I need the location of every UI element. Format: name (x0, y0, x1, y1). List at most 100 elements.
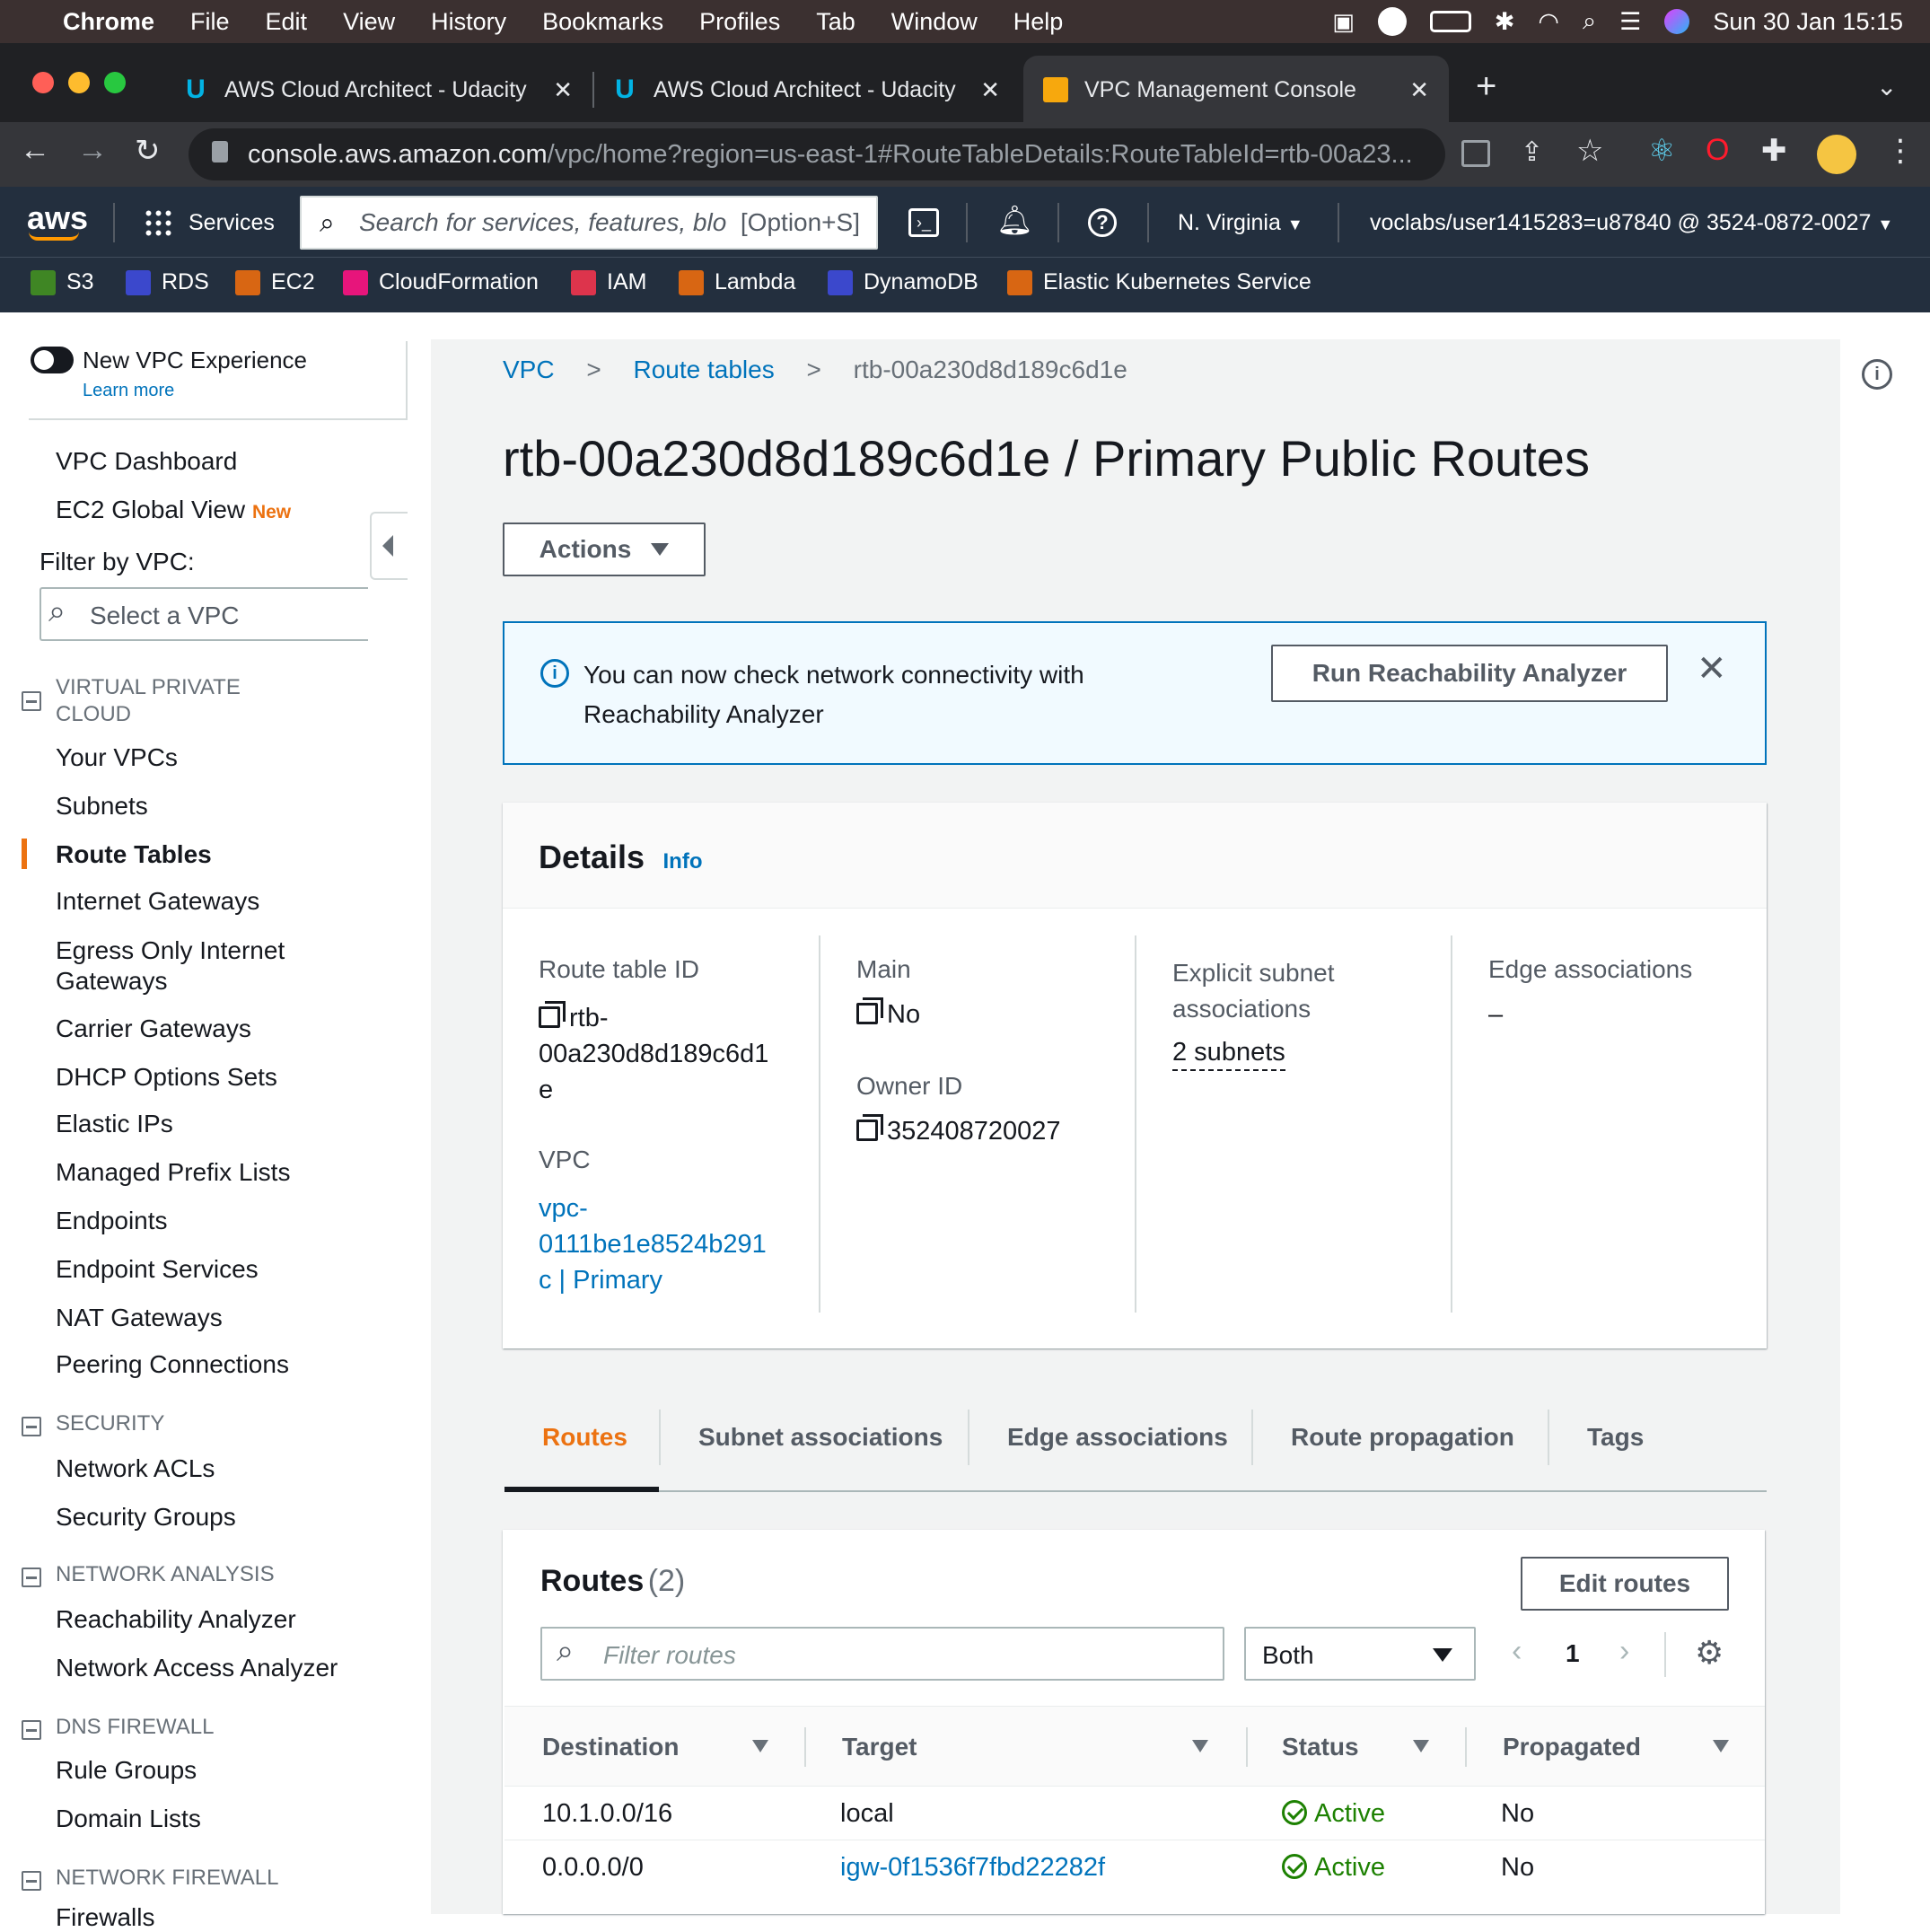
favorite-cloudformation[interactable]: CloudFormation (343, 269, 539, 295)
column-header-propagated[interactable]: Propagated (1503, 1733, 1641, 1761)
favorite-eks[interactable]: Elastic Kubernetes Service (1007, 269, 1312, 295)
run-reachability-analyzer-button[interactable]: Run Reachability Analyzer (1271, 645, 1668, 702)
info-panel-icon[interactable]: i (1862, 359, 1892, 390)
extensions-puzzle-icon[interactable]: ✚ (1761, 133, 1787, 169)
sidebar-collapse-handle[interactable] (370, 512, 408, 580)
bluetooth-icon[interactable]: ✱ (1495, 8, 1515, 36)
control-center-icon[interactable]: ☰ (1619, 8, 1641, 36)
sort-icon[interactable] (1413, 1740, 1429, 1752)
address-bar[interactable]: console.aws.amazon.com/vpc/home?region=u… (189, 128, 1445, 180)
window-zoom-button[interactable] (104, 72, 126, 93)
route-target-link[interactable]: igw-0f1536f7fbd22282f (840, 1853, 1105, 1883)
sidebar-item-reachability[interactable]: Reachability Analyzer (56, 1605, 296, 1634)
learn-more-link[interactable]: Learn more (83, 381, 174, 401)
browser-tab-udacity-1[interactable]: U AWS Cloud Architect - Udacity ✕ (171, 56, 592, 124)
favorite-ec2[interactable]: EC2 (235, 269, 315, 295)
collapse-section-icon[interactable] (22, 1720, 41, 1740)
menubar-clock[interactable]: Sun 30 Jan 15:15 (1713, 8, 1903, 36)
sidebar-item-nat-gateways[interactable]: NAT Gateways (56, 1304, 223, 1332)
favorite-dynamodb[interactable]: DynamoDB (828, 269, 978, 295)
sort-icon[interactable] (1192, 1740, 1208, 1752)
favorite-s3[interactable]: S3 (31, 269, 94, 295)
collapse-section-icon[interactable] (22, 691, 41, 711)
sidebar-item-endpoints[interactable]: Endpoints (56, 1207, 168, 1235)
menu-app-name[interactable]: Chrome (45, 8, 172, 36)
tab-route-propagation[interactable]: Route propagation (1291, 1423, 1514, 1452)
siri-icon[interactable] (1664, 9, 1690, 34)
notifications-bell-icon[interactable]: 🔔︎ (996, 203, 1033, 237)
opera-extension-icon[interactable]: O (1706, 133, 1729, 168)
sidebar-item-vpc-dashboard[interactable]: VPC Dashboard (56, 447, 237, 476)
window-close-button[interactable] (32, 72, 54, 93)
wifi-icon[interactable]: ◠ (1538, 8, 1559, 36)
chrome-menu-icon[interactable]: ⋮ (1885, 133, 1916, 169)
dismiss-banner-close-icon[interactable]: ✕ (1697, 648, 1727, 689)
reload-icon[interactable]: ↻ (135, 133, 161, 169)
sidebar-item-egress-gateways[interactable]: Egress Only Internet Gateways (56, 935, 285, 997)
window-minimize-button[interactable] (68, 72, 90, 93)
breadcrumb-route-tables[interactable]: Route tables (634, 356, 775, 383)
tab-subnet-associations[interactable]: Subnet associations (698, 1423, 943, 1452)
region-selector[interactable]: N. Virginia ▼ (1178, 210, 1303, 236)
favorite-lambda[interactable]: Lambda (679, 269, 795, 295)
sidebar-item-carrier-gateways[interactable]: Carrier Gateways (56, 1014, 251, 1043)
menu-help[interactable]: Help (996, 8, 1082, 36)
menu-window[interactable]: Window (873, 8, 996, 36)
vpc-link[interactable]: vpc- 0111be1e8524b291 c | Primary (539, 1190, 767, 1298)
sidebar-item-internet-gateways[interactable]: Internet Gateways (56, 887, 259, 916)
collapse-section-icon[interactable] (22, 1568, 41, 1587)
help-icon[interactable]: ? (1088, 208, 1117, 237)
table-settings-gear-icon[interactable]: ⚙ (1695, 1634, 1724, 1672)
menu-history[interactable]: History (413, 8, 524, 36)
translate-icon[interactable] (1461, 140, 1490, 167)
sidebar-item-network-access[interactable]: Network Access Analyzer (56, 1654, 338, 1682)
favorite-iam[interactable]: IAM (571, 269, 646, 295)
battery-icon[interactable] (1429, 11, 1471, 32)
tab-close-icon[interactable]: ✕ (553, 76, 573, 104)
menu-profiles[interactable]: Profiles (681, 8, 798, 36)
services-menu[interactable]: Services (189, 210, 275, 236)
edit-routes-button[interactable]: Edit routes (1521, 1557, 1729, 1611)
collapse-section-icon[interactable] (22, 1417, 41, 1436)
details-info-link[interactable]: Info (663, 849, 703, 874)
new-tab-icon[interactable]: + (1476, 66, 1496, 107)
sort-icon[interactable] (752, 1740, 768, 1752)
tab-search-chevron-icon[interactable]: ⌄ (1876, 72, 1897, 101)
route-type-select[interactable]: Both (1244, 1627, 1476, 1681)
browser-tab-vpc-console[interactable]: VPC Management Console ✕ (1023, 56, 1449, 124)
react-devtools-icon[interactable]: ⚛ (1648, 133, 1675, 169)
sort-icon[interactable] (1713, 1740, 1729, 1752)
menu-tab[interactable]: Tab (798, 8, 873, 36)
sidebar-item-network-acls[interactable]: Network ACLs (56, 1454, 215, 1483)
menu-edit[interactable]: Edit (248, 8, 326, 36)
sidebar-item-rule-groups[interactable]: Rule Groups (56, 1756, 197, 1785)
actions-button[interactable]: Actions (503, 523, 706, 576)
sidebar-item-elastic-ips[interactable]: Elastic IPs (56, 1110, 173, 1138)
docker-icon[interactable]: ▣ (1332, 8, 1355, 36)
sidebar-item-subnets[interactable]: Subnets (56, 792, 148, 821)
sidebar-item-security-groups[interactable]: Security Groups (56, 1503, 236, 1532)
copy-icon[interactable] (856, 1114, 883, 1141)
sidebar-item-domain-lists[interactable]: Domain Lists (56, 1805, 201, 1833)
sidebar-item-peering[interactable]: Peering Connections (56, 1350, 289, 1379)
tab-close-icon[interactable]: ✕ (980, 76, 1000, 104)
tab-close-icon[interactable]: ✕ (1409, 76, 1429, 104)
tab-routes[interactable]: Routes (542, 1423, 627, 1452)
profile-avatar[interactable] (1817, 135, 1856, 174)
profile-r-icon[interactable] (1377, 7, 1407, 36)
sidebar-item-ec2-global-view[interactable]: EC2 Global View New (56, 496, 291, 524)
menu-view[interactable]: View (325, 8, 413, 36)
tab-tags[interactable]: Tags (1587, 1423, 1644, 1452)
explicit-subnet-value[interactable]: 2 subnets (1172, 1038, 1285, 1071)
column-header-destination[interactable]: Destination (542, 1733, 679, 1761)
back-icon[interactable]: ← (20, 133, 50, 168)
sidebar-item-prefix-lists[interactable]: Managed Prefix Lists (56, 1158, 290, 1187)
column-header-target[interactable]: Target (842, 1733, 917, 1761)
browser-tab-udacity-2[interactable]: U AWS Cloud Architect - Udacity ✕ (600, 56, 1020, 124)
service-search-input[interactable]: ⌕ Search for services, features, blo [Op… (300, 196, 878, 250)
spotlight-search-icon[interactable]: ⌕ (1583, 7, 1596, 36)
sidebar-item-route-tables[interactable]: Route Tables (56, 840, 212, 869)
copy-icon[interactable] (856, 997, 883, 1024)
bookmark-star-icon[interactable]: ☆ (1576, 133, 1603, 169)
services-grid-icon[interactable] (144, 208, 172, 237)
